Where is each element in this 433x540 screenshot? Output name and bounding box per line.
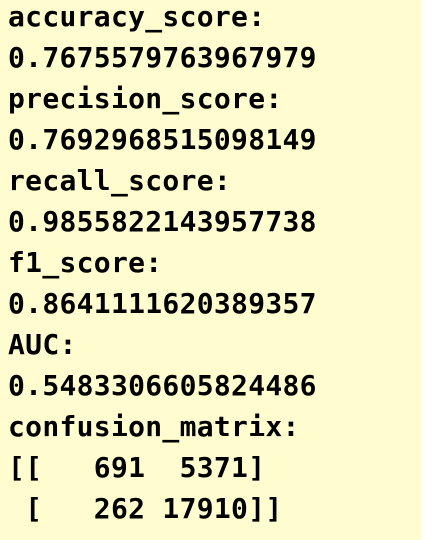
metric-value-recall: 0.9855822143957738 bbox=[8, 205, 317, 238]
metric-label-recall: recall_score: bbox=[8, 164, 232, 197]
metric-label-f1: f1_score: bbox=[8, 246, 163, 279]
metric-value-precision: 0.7692968515098149 bbox=[8, 123, 317, 156]
metric-value-accuracy: 0.7675579763967979 bbox=[8, 41, 317, 74]
console-output: accuracy_score: 0.7675579763967979 preci… bbox=[0, 0, 421, 540]
metric-label-precision: precision_score: bbox=[8, 82, 283, 115]
metric-label-accuracy: accuracy_score: bbox=[8, 0, 266, 33]
metric-value-auc: 0.5483306605824486 bbox=[8, 369, 317, 402]
window-edge bbox=[421, 0, 433, 540]
confusion-matrix-row-2: [ 262 17910]] bbox=[8, 492, 283, 525]
metric-value-f1: 0.8641111620389357 bbox=[8, 287, 317, 320]
metric-label-auc: AUC: bbox=[8, 328, 77, 361]
confusion-matrix-row-1: [[ 691 5371] bbox=[8, 451, 266, 484]
confusion-matrix-label: confusion_matrix: bbox=[8, 410, 300, 443]
